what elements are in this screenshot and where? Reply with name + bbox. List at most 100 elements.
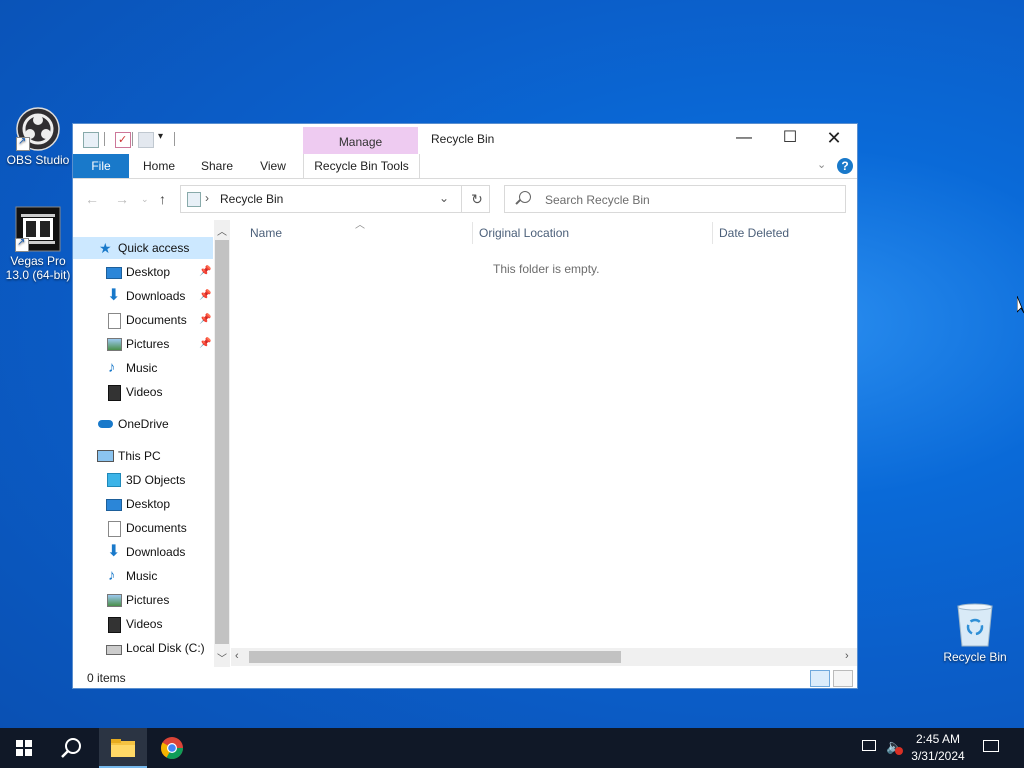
sidebar-item-desktop-pc[interactable]: Desktop [73,493,213,515]
tab-share[interactable]: Share [193,154,241,178]
manage-context-tab[interactable]: Manage [303,127,418,154]
forward-arrow-icon[interactable]: → [115,191,129,207]
windows-logo-icon [16,740,32,756]
film-icon [108,617,121,633]
music-note-icon: ♪ [108,567,116,584]
up-arrow-icon[interactable]: ↑ [159,191,166,207]
tab-home[interactable]: Home [135,154,183,178]
sidebar-item-pictures-pc[interactable]: Pictures [73,589,213,611]
system-clock[interactable]: 2:45 AM 3/31/2024 [902,731,974,765]
sidebar-item-this-pc[interactable]: This PC [73,445,213,467]
status-bar: 0 items [73,667,857,689]
cloud-icon [98,420,113,428]
search-icon [519,191,531,203]
drive-icon [106,645,122,655]
desktop-icon-label: OBS Studio [6,153,70,167]
address-bar[interactable]: › Recycle Bin ⌄ ↻ [180,185,490,213]
tab-recycle-bin-tools[interactable]: Recycle Bin Tools [303,154,420,178]
file-list[interactable]: ︿ Name Original Location Date Deleted Th… [231,220,857,667]
sidebar-item-pictures[interactable]: Pictures 📌 [73,333,213,355]
sidebar-item-3d-objects[interactable]: 3D Objects [73,469,213,491]
tab-view[interactable]: View [249,154,297,178]
chrome-icon [161,737,183,759]
document-icon [108,521,121,537]
maximize-button[interactable]: ☐ [767,124,813,154]
details-view-icon[interactable] [810,670,830,687]
star-icon: ★ [99,240,112,256]
recent-locations-chevron-icon[interactable]: ⌄ [141,194,149,205]
shortcut-arrow-icon [15,236,29,252]
desktop-icon-recycle-bin[interactable]: Recycle Bin [937,602,1013,664]
pin-icon[interactable]: 📌 [199,261,211,283]
sidebar-item-downloads[interactable]: ⬇ Downloads 📌 [73,285,213,307]
navigation-scrollbar[interactable]: ︿ ﹀ [214,220,230,667]
desktop-icon-obs[interactable]: OBS Studio [0,107,76,167]
column-header-name[interactable]: Name [250,226,282,240]
horizontal-scrollbar[interactable]: ‹ › [231,648,857,666]
minimize-button[interactable]: — [721,124,767,154]
scrollbar-thumb[interactable] [215,240,229,644]
sidebar-item-videos-pc[interactable]: Videos [73,613,213,635]
sidebar-item-downloads-pc[interactable]: ⬇ Downloads [73,541,213,563]
column-header-original-location[interactable]: Original Location [479,226,569,240]
mouse-cursor-icon [1017,296,1024,314]
desktop-icon-vegas[interactable]: Vegas Pro 13.0 (64-bit) [0,206,76,282]
search-input[interactable]: Search Recycle Bin [545,193,650,207]
obs-icon [16,107,60,151]
refresh-icon[interactable]: ↻ [461,186,492,212]
sidebar-item-music-pc[interactable]: ♪ Music [73,565,213,587]
title-bar[interactable]: ✓ ▾ Manage Recycle Bin — ☐ ✕ [73,124,857,154]
notification-center-icon[interactable] [983,740,999,752]
explorer-window: ✓ ▾ Manage Recycle Bin — ☐ ✕ File Home S… [72,123,858,689]
new-folder-icon[interactable] [138,132,154,148]
scroll-right-arrow-icon[interactable]: › [845,650,849,662]
scrollbar-thumb[interactable] [249,651,621,663]
desktop-icon-label: Recycle Bin [943,650,1007,664]
desktop-icon [106,267,122,279]
sidebar-item-music[interactable]: ♪ Music [73,357,213,379]
film-icon [108,385,121,401]
music-note-icon: ♪ [108,359,116,376]
sidebar-item-local-disk[interactable]: Local Disk (C:) [73,637,213,659]
sidebar-item-desktop[interactable]: Desktop 📌 [73,261,213,283]
pin-icon[interactable]: 📌 [199,333,211,355]
scroll-left-arrow-icon[interactable]: ‹ [235,650,239,662]
sidebar-item-onedrive[interactable]: OneDrive [73,413,213,435]
tab-file[interactable]: File [73,154,129,178]
close-button[interactable]: ✕ [811,124,857,154]
search-taskbar-button[interactable] [48,728,96,768]
help-icon[interactable]: ? [837,158,853,174]
breadcrumb-chevron-icon[interactable]: › [205,191,209,205]
start-button[interactable] [0,728,48,768]
recycle-bin-address-icon [187,192,201,207]
column-divider[interactable] [712,222,713,244]
large-icons-view-icon[interactable] [833,670,853,687]
sidebar-item-quick-access[interactable]: ★ Quick access [73,237,213,259]
column-divider[interactable] [472,222,473,244]
quick-access-dropdown-icon[interactable]: ▾ [158,131,163,142]
sidebar-item-videos[interactable]: Videos [73,381,213,403]
ribbon-tabs: File Home Share View Recycle Bin Tools ⌄… [73,154,857,179]
vegas-film-icon [15,206,61,252]
sidebar-item-documents[interactable]: Documents 📌 [73,309,213,331]
search-icon [61,738,81,758]
back-arrow-icon[interactable]: ← [85,191,99,207]
file-explorer-taskbar-button[interactable] [99,728,147,768]
ribbon-expand-chevron-icon[interactable]: ⌄ [817,158,826,171]
clock-date: 3/31/2024 [911,749,965,763]
pin-icon[interactable]: 📌 [199,309,211,331]
breadcrumb[interactable]: Recycle Bin [220,192,283,206]
document-icon [108,313,121,329]
cube-icon [107,473,121,487]
chrome-taskbar-button[interactable] [148,728,196,768]
network-icon[interactable] [862,740,876,751]
column-header-date-deleted[interactable]: Date Deleted [719,226,789,240]
search-box[interactable]: Search Recycle Bin [504,185,846,213]
scroll-up-arrow-icon[interactable]: ︿ [217,223,227,238]
scroll-down-arrow-icon[interactable]: ﹀ [217,650,227,665]
pin-icon[interactable]: 📌 [199,285,211,307]
taskbar: 🔈 2:45 AM 3/31/2024 [0,728,1024,768]
desktop-icon [106,499,122,511]
sidebar-item-documents-pc[interactable]: Documents [73,517,213,539]
address-dropdown-icon[interactable]: ⌄ [439,191,449,205]
